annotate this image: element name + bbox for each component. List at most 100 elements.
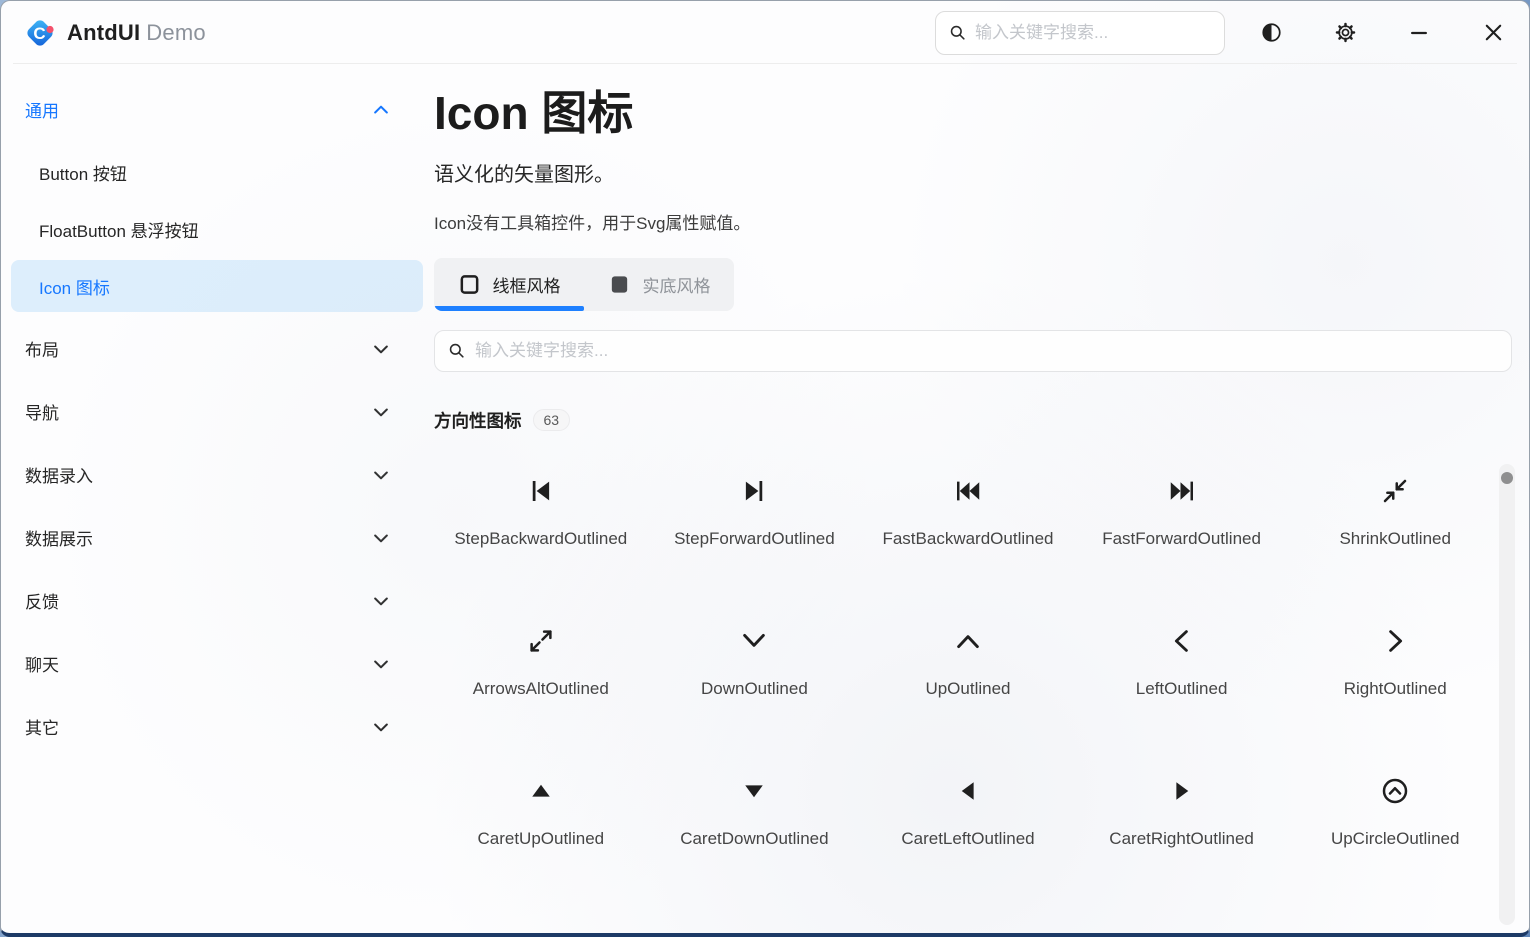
section-header: 方向性图标 63 (434, 408, 1513, 433)
app-title-suffix: Demo (146, 20, 206, 45)
sidebar-group-navigation[interactable]: 导航 (1, 380, 431, 443)
titlebar-search[interactable] (935, 11, 1225, 55)
icon-card-caret-right[interactable]: CaretRightOutlined (1075, 735, 1289, 885)
icon-count-badge: 63 (533, 409, 571, 431)
chevron-up-icon (371, 100, 391, 120)
icon-card-label: RightOutlined (1344, 679, 1447, 699)
close-icon[interactable] (1473, 13, 1513, 53)
titlebar: C AntdUIDemo (1, 1, 1529, 64)
chevron-down-icon (371, 339, 391, 359)
sidebar-group-label: 其它 (25, 714, 371, 739)
minimize-icon[interactable] (1399, 13, 1439, 53)
icon-card-label: StepBackwardOutlined (454, 529, 627, 549)
chevron-down-icon (371, 717, 391, 737)
icon-card-step-forward[interactable]: StepForwardOutlined (648, 435, 862, 585)
caret-right-icon (1167, 775, 1197, 807)
settings-gear-icon[interactable] (1325, 13, 1365, 53)
icon-card-step-backward[interactable]: StepBackwardOutlined (434, 435, 648, 585)
caret-left-icon (953, 775, 983, 807)
icon-card-up[interactable]: UpOutlined (861, 585, 1075, 735)
icon-card-caret-left[interactable]: CaretLeftOutlined (861, 735, 1075, 885)
page-title: Icon 图标 (434, 87, 1513, 140)
icon-card-right[interactable]: RightOutlined (1288, 585, 1502, 735)
caret-up-icon (526, 775, 556, 807)
icon-card-down[interactable]: DownOutlined (648, 585, 862, 735)
chevron-down-icon (371, 654, 391, 674)
sidebar-item-float-button[interactable]: FloatButton 悬浮按钮 (11, 203, 423, 255)
sidebar-item-icon[interactable]: Icon 图标 (11, 260, 423, 312)
icon-card-label: CaretLeftOutlined (901, 829, 1034, 849)
sidebar-group-layout[interactable]: 布局 (1, 317, 431, 380)
scrollbar-thumb[interactable] (1501, 472, 1513, 484)
icon-card-label: LeftOutlined (1136, 679, 1228, 699)
sidebar-group-label: 反馈 (25, 588, 371, 613)
arrows-alt-icon (526, 625, 556, 657)
left-icon (1167, 625, 1197, 657)
step-backward-icon (526, 475, 556, 507)
svg-text:C: C (33, 24, 45, 43)
icon-card-label: CaretUpOutlined (477, 829, 604, 849)
right-icon (1380, 625, 1410, 657)
sidebar-group-label: 数据录入 (25, 462, 371, 487)
app-name: AntdUI (67, 20, 140, 45)
sidebar-group-other[interactable]: 其它 (1, 695, 431, 758)
chevron-down-icon (371, 591, 391, 611)
chevron-down-icon (371, 528, 391, 548)
shrink-icon (1380, 475, 1410, 507)
icon-card-arrows-alt[interactable]: ArrowsAltOutlined (434, 585, 648, 735)
tab-label: 实底风格 (643, 272, 711, 297)
sidebar-group-label: 导航 (25, 399, 371, 424)
sidebar-group-label: 数据展示 (25, 525, 371, 550)
app-logo-icon: C (23, 16, 57, 50)
icon-card-label: UpOutlined (925, 679, 1010, 699)
vertical-scrollbar[interactable] (1499, 464, 1515, 925)
page-subtitle: 语义化的矢量图形。 (434, 158, 1513, 187)
sidebar-group-feedback[interactable]: 反馈 (1, 569, 431, 632)
active-tab-underline (434, 306, 584, 311)
icon-card-up-circle[interactable]: UpCircleOutlined (1288, 735, 1502, 885)
icon-card-label: FastForwardOutlined (1102, 529, 1261, 549)
icon-search[interactable] (434, 330, 1512, 372)
down-icon (739, 625, 769, 657)
sidebar-group-general[interactable]: 通用 (1, 78, 431, 141)
icon-grid: StepBackwardOutlined StepForwardOutlined F… (434, 435, 1502, 885)
page-description: Icon没有工具箱控件，用于Svg属性赋值。 (434, 209, 1513, 234)
search-icon (948, 23, 967, 42)
filled-square-icon (608, 273, 631, 296)
caret-down-icon (739, 775, 769, 807)
sidebar-item-label: Button 按钮 (39, 160, 127, 185)
icon-card-label: FastBackwardOutlined (882, 529, 1053, 549)
sidebar-item-button[interactable]: Button 按钮 (11, 146, 423, 198)
sidebar-group-data-display[interactable]: 数据展示 (1, 506, 431, 569)
up-icon (953, 625, 983, 657)
icon-card-label: ArrowsAltOutlined (473, 679, 609, 699)
sidebar-group-chat[interactable]: 聊天 (1, 632, 431, 695)
theme-contrast-icon[interactable] (1251, 13, 1291, 53)
chevron-down-icon (371, 465, 391, 485)
chevron-down-icon (371, 402, 391, 422)
search-icon (447, 341, 466, 360)
titlebar-search-input[interactable] (975, 23, 1212, 43)
icon-card-label: CaretDownOutlined (680, 829, 828, 849)
sidebar-item-label: FloatButton 悬浮按钮 (39, 217, 199, 242)
icon-card-label: CaretRightOutlined (1109, 829, 1254, 849)
fast-forward-icon (1167, 475, 1197, 507)
icon-card-caret-down[interactable]: CaretDownOutlined (648, 735, 862, 885)
fast-backward-icon (953, 475, 983, 507)
app-title: AntdUIDemo (67, 20, 206, 46)
tab-outlined-style[interactable]: 线框风格 (434, 258, 584, 311)
up-circle-icon (1380, 775, 1410, 807)
sidebar: 通用 Button 按钮 FloatButton 悬浮按钮 Icon 图标布局 导航… (1, 64, 431, 933)
section-title: 方向性图标 (434, 408, 522, 433)
icon-card-left[interactable]: LeftOutlined (1075, 585, 1289, 735)
icon-search-input[interactable] (475, 341, 1499, 361)
tab-filled-style[interactable]: 实底风格 (584, 258, 734, 311)
main-content: Icon 图标 语义化的矢量图形。 Icon没有工具箱控件，用于Svg属性赋值。… (431, 64, 1529, 933)
icon-card-fast-backward[interactable]: FastBackwardOutlined (861, 435, 1075, 585)
sidebar-group-data-entry[interactable]: 数据录入 (1, 443, 431, 506)
icon-card-fast-forward[interactable]: FastForwardOutlined (1075, 435, 1289, 585)
icon-card-caret-up[interactable]: CaretUpOutlined (434, 735, 648, 885)
icon-card-shrink[interactable]: ShrinkOutlined (1288, 435, 1502, 585)
icon-card-label: UpCircleOutlined (1331, 829, 1460, 849)
icon-card-label: DownOutlined (701, 679, 808, 699)
